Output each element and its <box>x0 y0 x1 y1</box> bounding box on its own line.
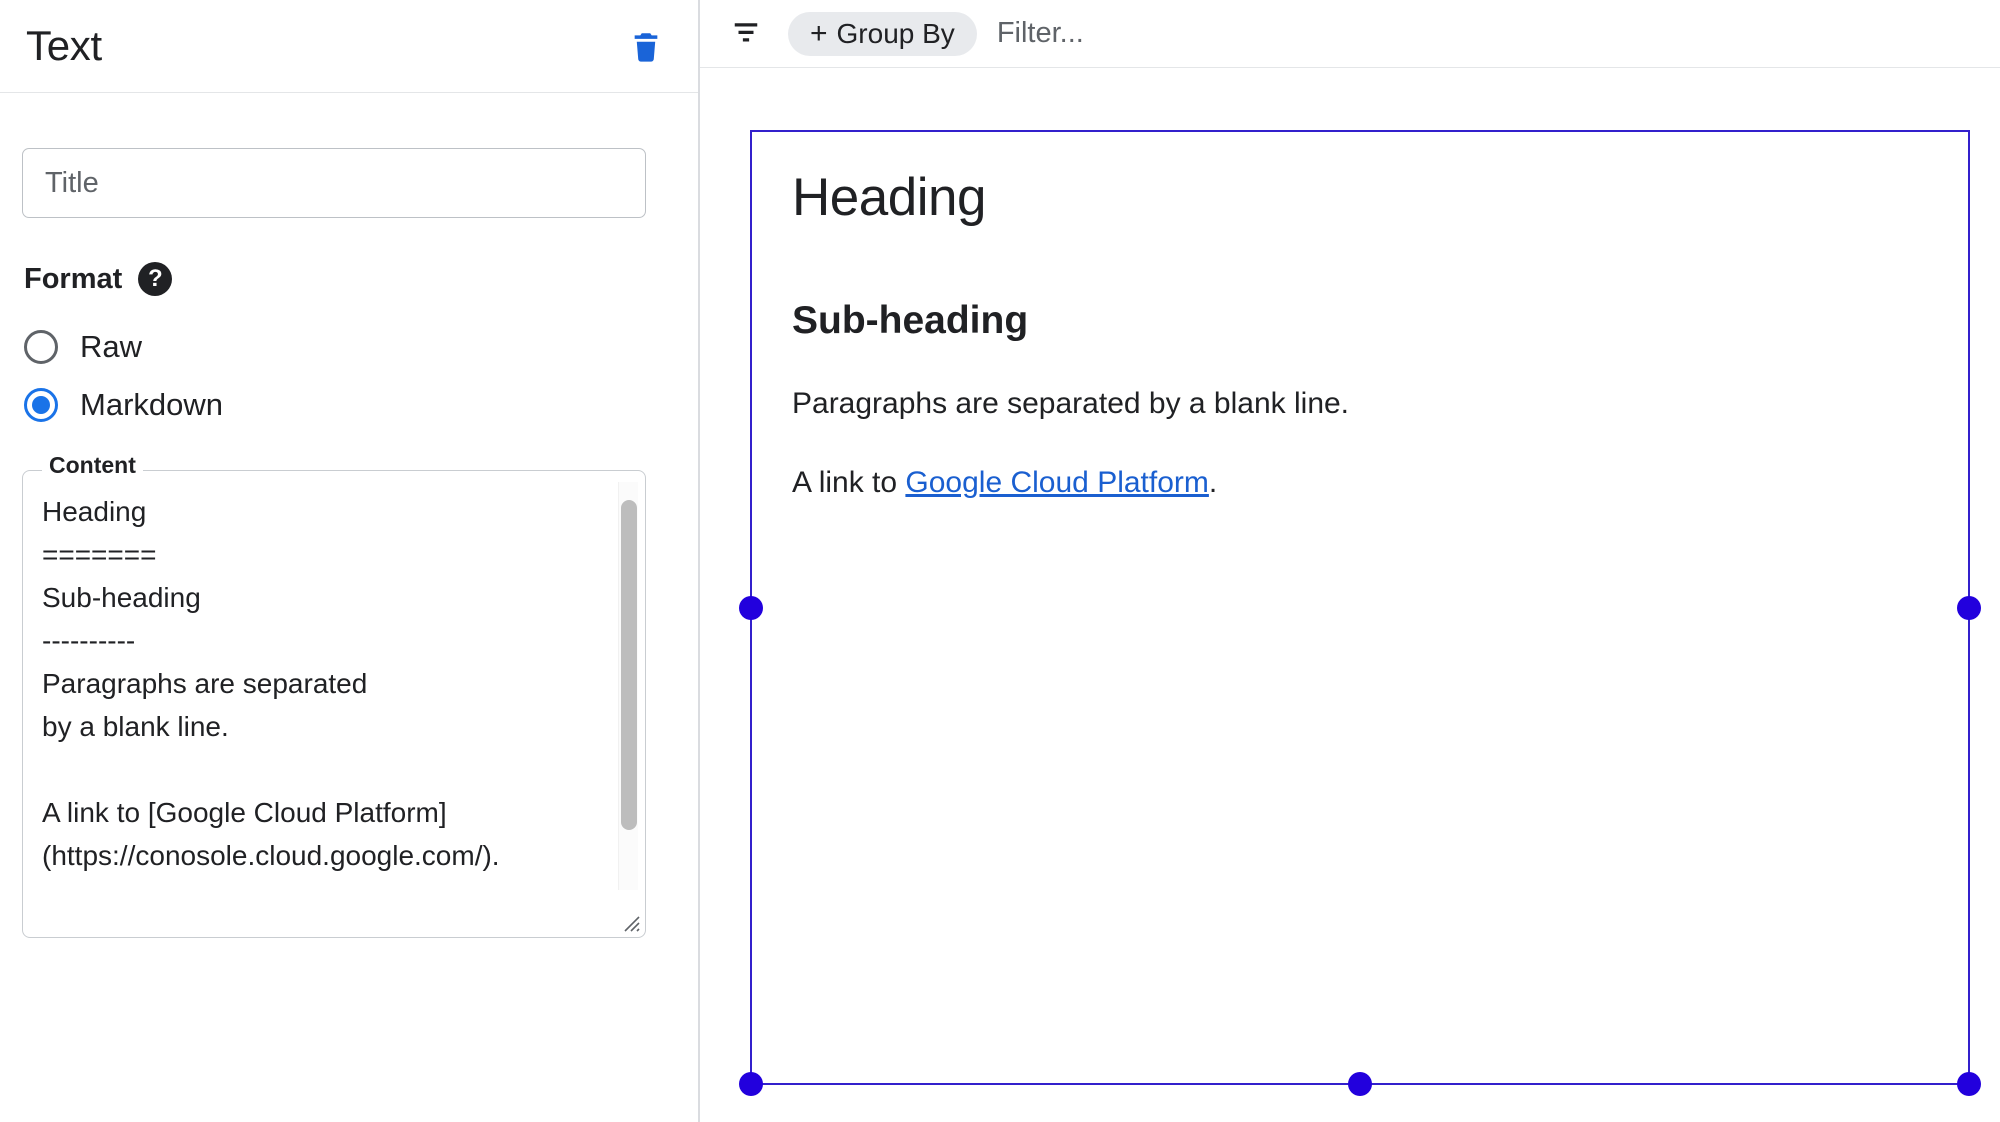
filter-list-icon <box>728 17 764 50</box>
preview-link-prefix: A link to <box>792 465 906 499</box>
canvas-area: Heading Sub-heading Paragraphs are separ… <box>700 68 2000 1122</box>
radio-option-markdown[interactable]: Markdown <box>24 376 676 434</box>
title-input[interactable] <box>22 148 646 218</box>
panel-header: Text <box>0 0 698 93</box>
selected-text-widget[interactable]: Heading Sub-heading Paragraphs are separ… <box>739 130 1981 1096</box>
content-field[interactable]: Content Heading ======= Sub-heading ----… <box>22 454 646 938</box>
resize-handle-middle-right[interactable] <box>1957 595 1981 620</box>
radio-label-markdown: Markdown <box>80 387 223 422</box>
resize-grip-icon[interactable] <box>615 907 641 933</box>
filter-list-button[interactable] <box>720 8 772 60</box>
markdown-preview: Heading Sub-heading Paragraphs are separ… <box>752 132 1968 502</box>
resize-handle-middle-left[interactable] <box>739 595 763 620</box>
radio-option-raw[interactable]: Raw <box>24 318 676 376</box>
resize-handle-bottom-left[interactable] <box>739 1072 763 1096</box>
plus-icon: + <box>810 16 828 50</box>
radio-button-raw[interactable] <box>24 330 58 364</box>
preview-paragraph: Paragraphs are separated by a blank line… <box>792 386 1350 420</box>
preview-link-paragraph: A link to Google Cloud Platform. <box>792 463 1926 502</box>
text-widget-settings-panel: Text Format ? Raw <box>0 0 700 1122</box>
format-radio-group: Raw Markdown <box>24 318 676 434</box>
delete-button[interactable] <box>620 20 672 72</box>
group-by-button[interactable]: + Group By <box>788 11 977 56</box>
content-textarea[interactable]: Heading ======= Sub-heading ---------- P… <box>42 490 604 926</box>
page-title: Text <box>26 22 102 69</box>
content-scrollbar[interactable] <box>618 482 638 890</box>
app-root: Text Format ? Raw <box>0 0 2000 1122</box>
format-section-header: Format ? <box>24 262 676 296</box>
preview-sub-heading: Sub-heading <box>792 298 1029 342</box>
trash-icon <box>629 26 663 66</box>
radio-button-markdown[interactable] <box>24 388 58 422</box>
content-scrollbar-thumb[interactable] <box>621 500 637 830</box>
dashboard-canvas-panel: + Group By Filter... Heading Sub-heading… <box>700 0 2000 1122</box>
preview-link[interactable]: Google Cloud Platform <box>905 466 1209 499</box>
radio-label-raw: Raw <box>80 329 143 364</box>
help-icon[interactable]: ? <box>138 262 173 296</box>
preview-link-suffix: . <box>1208 465 1218 499</box>
resize-handle-bottom-center[interactable] <box>1348 1072 1372 1096</box>
group-by-label: Group By <box>836 17 955 49</box>
settings-form: Format ? Raw Markdown Content Heading ==… <box>0 93 698 938</box>
resize-handle-bottom-right[interactable] <box>1957 1072 1981 1096</box>
preview-heading: Heading <box>792 168 986 227</box>
content-legend: Content <box>42 454 143 477</box>
dashboard-toolbar: + Group By Filter... <box>700 0 2000 68</box>
format-label: Format <box>24 262 123 295</box>
filter-input[interactable]: Filter... <box>997 17 1084 50</box>
